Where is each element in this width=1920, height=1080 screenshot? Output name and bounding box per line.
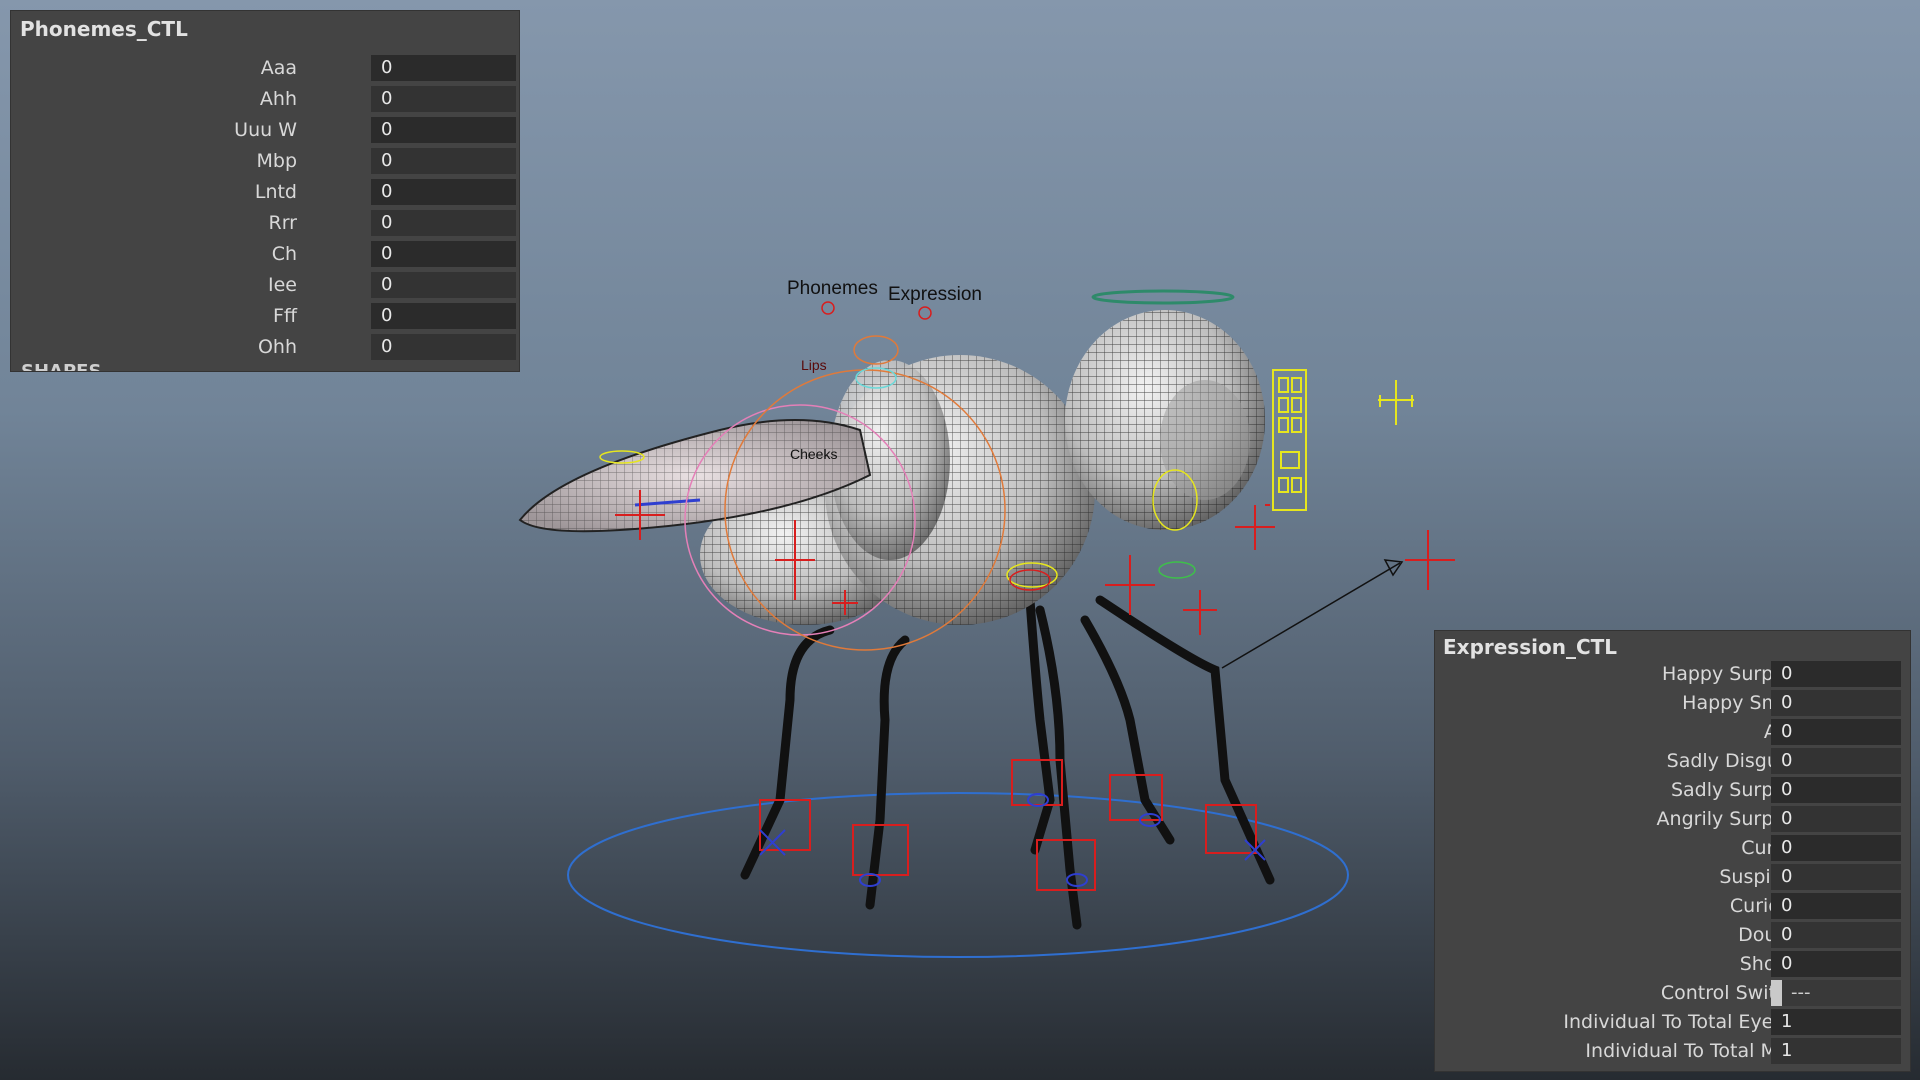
channel-row-aaa[interactable]: Aaa 0: [11, 53, 519, 84]
channel-value-field[interactable]: 0: [371, 272, 516, 298]
control-switch-panel[interactable]: [1272, 369, 1307, 511]
channel-value-field[interactable]: 0: [1771, 661, 1901, 687]
channel-label[interactable]: Ahh: [260, 84, 297, 115]
channel-row-sadly-surprised[interactable]: Sadly Surprised 0: [1435, 775, 1910, 806]
channel-value-field[interactable]: 1: [1771, 1009, 1901, 1035]
channel-row-individual-to-total-eyebrow[interactable]: Individual To Total Eyebrow 1: [1435, 1007, 1910, 1038]
channel-value-field[interactable]: 0: [371, 179, 516, 205]
channel-value-field[interactable]: 0: [371, 334, 516, 360]
channel-value-field[interactable]: 0: [1771, 690, 1901, 716]
channel-value-field[interactable]: 1: [1771, 1038, 1901, 1064]
channel-value-field[interactable]: 0: [371, 55, 516, 81]
channel-row-angry[interactable]: Angry0: [1435, 717, 1910, 748]
channel-row-mbp[interactable]: Mbp 0: [11, 146, 519, 177]
channel-row-rrr[interactable]: Rrr 0: [11, 208, 519, 239]
channel-row-angrily-surprised[interactable]: Angrily Surprised 0: [1435, 804, 1910, 835]
channel-value-field[interactable]: 0: [1771, 922, 1901, 948]
channel-label[interactable]: Aaa: [261, 53, 297, 84]
yellow-locator[interactable]: [1378, 380, 1414, 425]
channel-value-field[interactable]: 0: [1771, 719, 1901, 745]
channel-value-field[interactable]: 0: [371, 210, 516, 236]
fly-legs: [740, 595, 1275, 930]
channel-value-field[interactable]: ---: [1771, 980, 1901, 1006]
expression-panel-title: Expression_CTL: [1443, 635, 1618, 659]
phonemes-channel-box: Phonemes_CTL Aaa 0 Ahh 0 Uuu W 0 Mbp 0 Lntd 0 Rrr 0…: [10, 10, 520, 372]
channel-row-happy-surprised[interactable]: Happy Surprised 0: [1435, 659, 1910, 690]
channel-value-field[interactable]: 0: [1771, 951, 1901, 977]
channel-row-control-switches[interactable]: Control Switches ---: [1435, 978, 1910, 1009]
channel-label[interactable]: Rrr: [269, 208, 298, 239]
channel-value-field[interactable]: 0: [371, 303, 516, 329]
foot-controls[interactable]: [759, 759, 1257, 891]
channel-value-field[interactable]: 0: [371, 241, 516, 267]
channel-row-curious-1[interactable]: Curious 10: [1435, 891, 1910, 922]
scene-label-cheeks: Cheeks: [790, 446, 837, 462]
channel-row-ahh[interactable]: Ahh 0: [11, 84, 519, 115]
channel-value-field[interactable]: 0: [371, 148, 516, 174]
channel-row-individual-to-total-mouth[interactable]: Individual To Total Mouth 1: [1435, 1036, 1910, 1067]
channel-value-field[interactable]: 0: [1771, 893, 1901, 919]
channel-value-field[interactable]: 0: [371, 117, 516, 143]
channel-row-iee[interactable]: Iee 0: [11, 270, 519, 301]
channel-value-field[interactable]: 0: [1771, 864, 1901, 890]
channel-value-field[interactable]: 0: [1771, 806, 1901, 832]
channel-row-doubtful[interactable]: Doubtful0: [1435, 920, 1910, 951]
channel-value-field[interactable]: 0: [1771, 835, 1901, 861]
scene-label-lips: Lips: [801, 357, 827, 373]
channel-label[interactable]: Fff: [273, 301, 297, 332]
channel-row-ohh[interactable]: Ohh 0: [11, 332, 519, 363]
channel-label[interactable]: Mbp: [256, 146, 297, 177]
channel-label[interactable]: Iee: [268, 270, 297, 301]
channel-row-happy-smiling[interactable]: Happy Smiling 0: [1435, 688, 1910, 719]
channel-label[interactable]: Ch: [272, 239, 297, 270]
channel-row-cunning[interactable]: Cunning0: [1435, 833, 1910, 864]
channel-label[interactable]: Uuu W: [234, 115, 297, 146]
channel-value-field[interactable]: 0: [1771, 748, 1901, 774]
channel-value-field[interactable]: 0: [1771, 777, 1901, 803]
channel-row-uuu-w[interactable]: Uuu W 0: [11, 115, 519, 146]
channel-row-sadly-disgusted[interactable]: Sadly Disgusted 0: [1435, 746, 1910, 777]
shapes-section-header: SHAPES: [21, 363, 101, 371]
phonemes-panel-title: Phonemes_CTL: [20, 17, 188, 41]
channel-row-fff[interactable]: Fff 0: [11, 301, 519, 332]
channel-row-suspicious[interactable]: Suspicious 0: [1435, 862, 1910, 893]
channel-row-ch[interactable]: Ch 0: [11, 239, 519, 270]
expression-channel-box: Expression_CTL Happy Surprised 0 Happy Smi…: [1434, 630, 1911, 1072]
channel-label[interactable]: Lntd: [255, 177, 297, 208]
channel-row-shocked[interactable]: Shocked0: [1435, 949, 1910, 980]
scene-label-phonemes: Phonemes: [787, 278, 878, 299]
head-halo-control[interactable]: [1091, 289, 1235, 305]
channel-value-field[interactable]: 0: [371, 86, 516, 112]
ground-control-circle[interactable]: [567, 792, 1349, 958]
channel-label[interactable]: Ohh: [258, 332, 297, 363]
aim-arrow[interactable]: [1221, 559, 1404, 669]
channel-row-lntd[interactable]: Lntd 0: [11, 177, 519, 208]
scene-label-expression: Expression: [888, 284, 982, 305]
